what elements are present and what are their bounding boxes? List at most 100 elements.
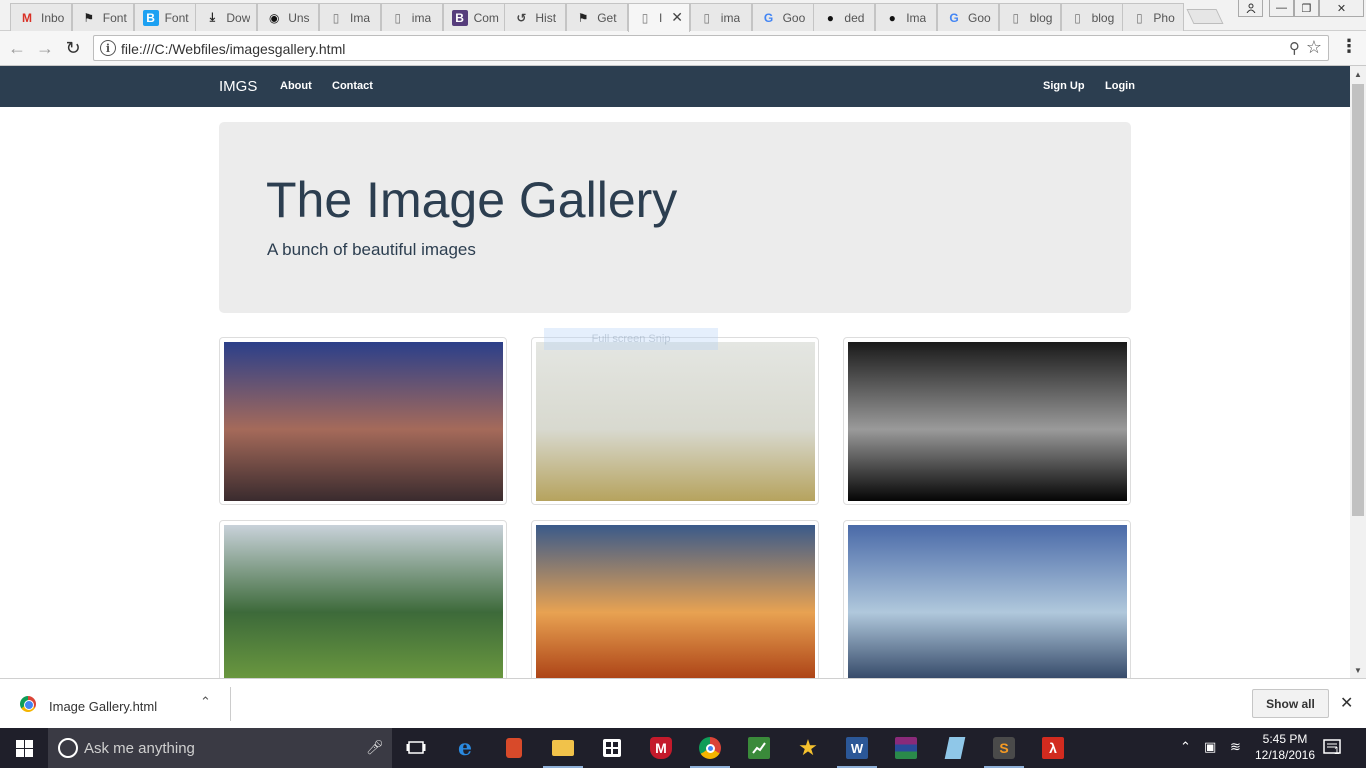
- taskbar-app-red[interactable]: [490, 728, 538, 768]
- tab-6[interactable]: ▯ ima: [380, 3, 443, 31]
- system-clock[interactable]: 5:45 PM 12/18/2016: [1252, 731, 1318, 763]
- taskbar-sublime[interactable]: S: [980, 728, 1028, 768]
- star-icon[interactable]: ☆: [1306, 37, 1322, 58]
- browser-toolbar: ← → ↻ i file:///C:/Webfiles/imagesgaller…: [0, 31, 1366, 66]
- tab-0[interactable]: M Inbo: [10, 3, 72, 31]
- tab-2[interactable]: B Font: [133, 3, 196, 31]
- brand-link[interactable]: IMGS: [219, 78, 257, 95]
- gallery-thumbnail[interactable]: [843, 520, 1131, 678]
- tab-4[interactable]: ◉ Uns: [257, 3, 320, 31]
- tab-3[interactable]: ⤓ Dow: [195, 3, 258, 31]
- folder-icon: [552, 740, 574, 756]
- show-all-button[interactable]: Show all: [1252, 689, 1329, 718]
- taskbar-chart-app[interactable]: [735, 728, 783, 768]
- task-view-icon: [405, 737, 427, 759]
- tab-title: Font: [164, 10, 189, 25]
- forward-button[interactable]: →: [34, 37, 56, 59]
- tab-5[interactable]: ▯ Ima: [319, 3, 381, 31]
- taskbar-store[interactable]: [588, 728, 636, 768]
- restore-button[interactable]: ❐: [1294, 0, 1319, 17]
- tab-title: Uns: [288, 10, 310, 25]
- tab-18[interactable]: ▯ Pho: [1122, 3, 1185, 31]
- flag-icon: ⚑: [577, 10, 589, 25]
- wifi-icon[interactable]: ≋: [1230, 739, 1241, 755]
- close-icon: ✕: [1336, 2, 1347, 15]
- app-icon: [506, 738, 522, 758]
- taskbar-chrome[interactable]: [686, 728, 734, 768]
- clock-time: 5:45 PM: [1262, 732, 1308, 746]
- chevron-up-icon[interactable]: ⌃: [1180, 739, 1191, 755]
- close-window-button[interactable]: ✕: [1319, 0, 1364, 17]
- gallery-thumbnail[interactable]: [531, 337, 819, 505]
- cortana-search-box[interactable]: Ask me anything 🎤︎: [48, 728, 392, 768]
- gallery-thumbnail[interactable]: [219, 337, 507, 505]
- page-scrollbar[interactable]: ▲ ▼: [1350, 66, 1366, 678]
- scroll-down-icon[interactable]: ▼: [1350, 662, 1366, 678]
- taskbar-acrobat[interactable]: λ: [1029, 728, 1077, 768]
- action-center-button[interactable]: 1: [1322, 737, 1344, 759]
- taskbar-winrar[interactable]: [882, 728, 930, 768]
- gallery-thumbnail[interactable]: [531, 520, 819, 678]
- nav-about-link[interactable]: About: [280, 80, 312, 92]
- menu-dots-icon[interactable]: ⋮: [1340, 37, 1358, 55]
- bootstrap-b-icon: B: [142, 9, 159, 26]
- taskbar-mcafee[interactable]: M: [637, 728, 685, 768]
- tab-11[interactable]: ▯ ima: [689, 3, 752, 31]
- minimize-button[interactable]: —: [1269, 0, 1294, 17]
- chevron-up-icon[interactable]: ⌃: [200, 694, 211, 710]
- close-tab-icon[interactable]: ✕: [671, 9, 683, 26]
- windows-logo-icon: [15, 739, 33, 757]
- tab-15[interactable]: G Goo: [937, 3, 999, 31]
- tab-13[interactable]: ● ded: [813, 3, 876, 31]
- bootstrap-b-icon: B: [451, 9, 468, 26]
- tab-14[interactable]: ● Ima: [875, 3, 938, 31]
- task-view-button[interactable]: [392, 728, 440, 768]
- tab-8[interactable]: ↺ Hist: [504, 3, 567, 31]
- star-app-icon: ★: [798, 735, 818, 760]
- clock-date: 12/18/2016: [1254, 748, 1316, 762]
- tab-9[interactable]: ⚑ Get: [566, 3, 629, 31]
- tab-10[interactable]: ▯ I ✕: [628, 3, 690, 32]
- github-icon: ●: [888, 10, 896, 25]
- download-filename[interactable]: Image Gallery.html: [49, 699, 157, 714]
- tab-16[interactable]: ▯ blog: [998, 3, 1061, 31]
- tab-7[interactable]: B Com: [442, 3, 505, 31]
- battery-icon[interactable]: ▣: [1204, 739, 1216, 755]
- zoom-icon[interactable]: ⚲: [1289, 39, 1300, 57]
- tab-12[interactable]: G Goo: [751, 3, 814, 31]
- nav-contact-link[interactable]: Contact: [332, 80, 373, 92]
- page-icon: ▯: [1136, 10, 1143, 25]
- history-icon: ↺: [516, 10, 527, 25]
- gallery-thumbnail[interactable]: [843, 337, 1131, 505]
- tab-17[interactable]: ▯ blog: [1060, 3, 1123, 31]
- microphone-icon[interactable]: 🎤︎: [366, 739, 384, 756]
- reload-button[interactable]: ↻: [62, 37, 84, 59]
- address-bar[interactable]: i file:///C:/Webfiles/imagesgallery.html…: [93, 35, 1329, 61]
- page-icon: ▯: [1012, 10, 1020, 25]
- search-placeholder: Ask me anything: [84, 740, 195, 757]
- close-icon[interactable]: ✕: [1340, 693, 1353, 713]
- tab-1[interactable]: ⚑ Font: [71, 3, 134, 31]
- minimize-icon: —: [1276, 2, 1287, 14]
- browser-tab-strip: — ❐ ✕ M Inbo ⚑ Font B Font ⤓ Dow ◉ Uns ▯ Ima ▯ ima B Co…: [0, 0, 1366, 32]
- foggy-field-image: [536, 342, 815, 501]
- taskbar-file-explorer[interactable]: [539, 728, 587, 768]
- taskbar-star-app[interactable]: ★: [784, 728, 832, 768]
- page-icon: ▯: [332, 10, 340, 25]
- taskbar-notepad[interactable]: [931, 728, 979, 768]
- back-button[interactable]: ←: [6, 37, 28, 59]
- new-tab-button[interactable]: [1186, 9, 1224, 24]
- gallery-thumbnail[interactable]: [219, 520, 507, 678]
- profile-button[interactable]: [1238, 0, 1263, 17]
- taskbar-word[interactable]: W: [833, 728, 881, 768]
- start-button[interactable]: [0, 728, 48, 768]
- nav-signup-link[interactable]: Sign Up: [1043, 80, 1085, 92]
- nav-login-link[interactable]: Login: [1105, 80, 1135, 92]
- scroll-thumb[interactable]: [1352, 84, 1364, 516]
- taskbar-edge[interactable]: e: [441, 728, 489, 768]
- download-bar: Image Gallery.html ⌃ Show all ✕: [0, 678, 1366, 728]
- tab-title: blog: [1029, 10, 1053, 25]
- tab-title: Ima: [350, 10, 371, 25]
- info-icon[interactable]: i: [100, 40, 116, 56]
- scroll-up-icon[interactable]: ▲: [1350, 66, 1366, 82]
